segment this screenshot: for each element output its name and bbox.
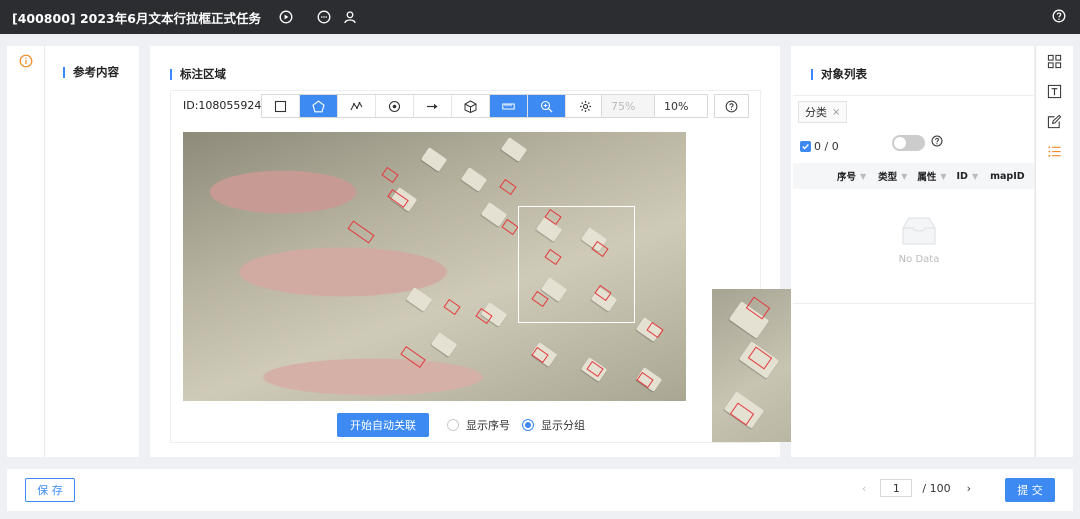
filter-icon[interactable]: ▼ (940, 172, 946, 181)
annotation-box[interactable] (443, 298, 461, 316)
polyline-tool[interactable] (338, 95, 376, 117)
help-circle-icon[interactable] (931, 135, 943, 150)
list-icon[interactable] (1047, 144, 1063, 160)
footer-bar: 保 存 ‹ 1 / 100 › 提 交 (7, 469, 1073, 511)
radio-checked-icon (522, 419, 534, 431)
ruler-tool[interactable] (490, 95, 528, 117)
annotation-box[interactable] (381, 166, 399, 184)
polygon-icon (312, 100, 325, 112)
top-bar: [400800] 2023年6月文本行拉框正式任务 (0, 0, 1080, 34)
close-icon[interactable]: × (832, 107, 840, 118)
image-id: ID:1080559244 (183, 99, 263, 112)
point-icon (388, 100, 401, 112)
show-index-label: 显示序号 (466, 419, 510, 432)
polyline-icon (350, 101, 363, 110)
magnifier-region[interactable] (518, 206, 635, 323)
comment-icon[interactable] (317, 10, 331, 24)
page-total: / 100 (922, 481, 951, 495)
info-icon[interactable] (19, 54, 33, 68)
opacity-field: 75% (601, 94, 655, 118)
object-count: 0 / 0 (814, 140, 839, 153)
edit-icon[interactable] (1047, 114, 1063, 130)
annotation-panel: 标注区域 ID:1080559244 75% 10% 开始自动关联 显示序号 显… (150, 46, 865, 457)
show-index-radio[interactable]: 显示序号 (447, 417, 510, 433)
show-group-radio[interactable]: 显示分组 (522, 417, 585, 433)
inbox-icon (902, 217, 936, 245)
chevron-left-icon[interactable]: ‹ (862, 482, 866, 495)
text-icon[interactable] (1047, 84, 1063, 100)
arrow-tool[interactable] (414, 95, 452, 117)
info-column (7, 46, 44, 457)
column-id[interactable]: ID ▼ (957, 171, 979, 182)
toggle-switch[interactable] (892, 135, 925, 151)
help-icon[interactable] (1052, 9, 1066, 23)
annotation-box[interactable] (400, 346, 426, 368)
column-type[interactable]: 类型 ▼ (878, 169, 907, 184)
rectangle-tool[interactable] (262, 95, 300, 117)
annotation-box[interactable] (501, 218, 519, 236)
checkbox-checked-icon (800, 141, 811, 152)
reference-title: 参考内容 (63, 66, 119, 78)
empty-text: No Data (898, 254, 940, 265)
magnifier-tool[interactable] (528, 95, 566, 117)
column-mapid[interactable]: mapID (990, 171, 1025, 182)
rectangle-icon (274, 100, 287, 112)
radio-unchecked-icon (447, 419, 459, 431)
zoom-in-icon (540, 100, 553, 112)
grid-icon[interactable] (1047, 54, 1063, 70)
side-rail (1035, 46, 1073, 457)
save-button[interactable]: 保 存 (25, 478, 75, 502)
play-icon[interactable] (279, 10, 293, 24)
column-index[interactable]: 序号 ▼ (837, 169, 866, 184)
select-all-checkbox[interactable]: 0 / 0 (800, 140, 839, 153)
ruler-icon (502, 103, 515, 109)
toolbar-help-button[interactable] (714, 94, 749, 118)
help-circle-icon (725, 100, 738, 112)
filter-tag[interactable]: 分类 × (798, 101, 848, 123)
annotation-box[interactable] (347, 220, 375, 244)
annotation-title: 标注区域 (170, 68, 226, 80)
cube-icon (464, 99, 477, 113)
arrow-right-icon (427, 103, 438, 109)
polygon-tool[interactable] (300, 95, 338, 117)
annotation-controls: 开始自动关联 显示序号 显示分组 (337, 413, 585, 437)
object-list-panel: 对象列表 分类 × 0 / 0 序号 ▼ 类型 ▼ 属性 ▼ ID ▼ mapID (791, 46, 1034, 457)
annotation-canvas-box: ID:1080559244 75% 10% (170, 90, 865, 443)
show-group-label: 显示分组 (541, 419, 585, 432)
user-icon[interactable] (343, 10, 357, 24)
annotation-toolbar (261, 94, 605, 118)
empty-state: No Data (791, 216, 1047, 265)
filter-tag-label: 分类 (805, 106, 827, 119)
page-input[interactable]: 1 (880, 479, 913, 497)
pagination: ‹ 1 / 100 › (862, 479, 971, 497)
object-table-header: 序号 ▼ 类型 ▼ 属性 ▼ ID ▼ mapID (793, 163, 1034, 189)
auto-link-button[interactable]: 开始自动关联 (337, 413, 429, 437)
task-title: [400800] 2023年6月文本行拉框正式任务 (12, 10, 261, 26)
filter-icon[interactable]: ▼ (860, 172, 866, 181)
chevron-right-icon[interactable]: › (967, 482, 971, 495)
annotation-image[interactable] (183, 132, 686, 401)
submit-button[interactable]: 提 交 (1005, 478, 1055, 502)
filter-icon[interactable]: ▼ (901, 172, 907, 181)
object-list-title: 对象列表 (811, 68, 867, 80)
reference-panel: 参考内容 (44, 46, 139, 457)
point-tool[interactable] (376, 95, 414, 117)
gear-icon (579, 100, 591, 112)
column-attribute[interactable]: 属性 ▼ (917, 169, 946, 184)
filter-icon[interactable]: ▼ (972, 172, 978, 181)
annotation-box[interactable] (499, 178, 517, 196)
zoom-field[interactable]: 10% (654, 94, 708, 118)
cuboid-tool[interactable] (452, 95, 490, 117)
settings-tool[interactable] (566, 95, 604, 117)
